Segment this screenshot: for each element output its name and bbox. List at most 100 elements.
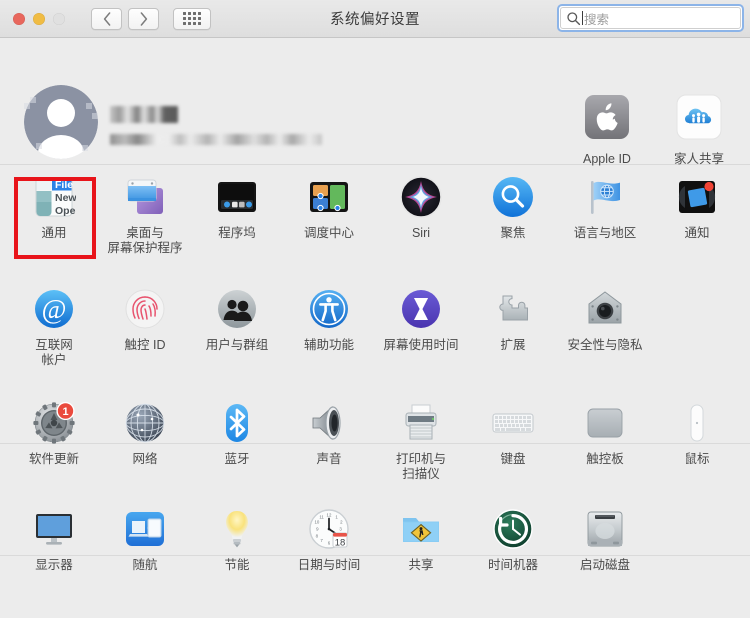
- pane-label: 屏幕使用时间: [383, 338, 459, 352]
- touch-id-icon: [123, 287, 167, 331]
- pane-label: 触控板: [586, 452, 624, 466]
- pane-label: 显示器: [35, 558, 73, 572]
- pane-label: 日期与时间: [297, 558, 361, 572]
- pane-startup-disk[interactable]: 启动磁盘: [561, 507, 649, 573]
- grid-row-1: File New Ope 通用 桌面与 屏幕保护程序 程序坞 调度中心 Siri…: [0, 165, 750, 277]
- pane-label: 时间机器: [487, 558, 538, 572]
- notifications-icon: [675, 175, 719, 219]
- pane-label: 通知: [684, 226, 710, 240]
- extensions-icon: [491, 287, 535, 331]
- pane-bluetooth[interactable]: 蓝牙: [193, 401, 281, 467]
- pane-label: 用户与群组: [205, 338, 269, 352]
- pane-energy-saver[interactable]: 节能: [193, 507, 281, 573]
- back-button[interactable]: [91, 7, 122, 30]
- pane-printers-scanners[interactable]: 打印机与 扫描仪: [377, 401, 465, 482]
- pane-label: 调度中心: [303, 226, 354, 240]
- pane-extensions[interactable]: 扩展: [469, 287, 557, 353]
- pane-label: 随航: [132, 558, 158, 572]
- security-privacy-icon: [583, 287, 627, 331]
- search-placeholder: 搜索: [584, 12, 610, 27]
- show-all-button[interactable]: [173, 7, 211, 30]
- pane-label: 互联网 帐户: [35, 338, 73, 367]
- pane-label: 桌面与 屏幕保护程序: [107, 226, 183, 255]
- pane-mission-control[interactable]: 调度中心: [285, 175, 373, 241]
- pane-label: 触控 ID: [124, 338, 166, 352]
- svg-text:10: 10: [314, 520, 319, 525]
- search-input[interactable]: 搜索: [560, 7, 741, 29]
- pane-label: 语言与地区: [573, 226, 637, 240]
- sound-icon: [307, 401, 351, 445]
- pane-label: 网络: [132, 452, 158, 466]
- close-button[interactable]: [13, 12, 25, 25]
- pane-label: 辅助功能: [303, 338, 354, 352]
- pane-label: 程序坞: [218, 226, 256, 240]
- pane-touch-id[interactable]: 触控 ID: [101, 287, 189, 353]
- pane-sound[interactable]: 声音: [285, 401, 373, 467]
- text-caret: [582, 11, 583, 25]
- pane-spotlight[interactable]: 聚焦: [469, 175, 557, 241]
- system-preferences-window: 系统偏好设置 搜索 Apple ID 家人共享 File New Ope 通用 …: [0, 0, 750, 618]
- general-icon: File New Ope: [32, 175, 77, 219]
- software-update-icon: 1: [32, 401, 76, 445]
- pane-software-update[interactable]: 1 软件更新: [10, 401, 98, 467]
- back-chevron-icon: [103, 11, 110, 26]
- pane-time-machine[interactable]: 时间机器: [469, 507, 557, 573]
- forward-button[interactable]: [128, 7, 159, 30]
- displays-icon: [32, 507, 76, 551]
- startup-disk-icon: [583, 507, 627, 551]
- navigation-buttons: [91, 7, 159, 30]
- search-icon: [567, 11, 581, 25]
- pane-sidecar[interactable]: 随航: [101, 507, 189, 573]
- family-sharing-tile[interactable]: 家人共享: [662, 94, 736, 166]
- zoom-button-disabled: [53, 12, 65, 25]
- pane-network[interactable]: 网络: [101, 401, 189, 467]
- pane-keyboard[interactable]: 键盘: [469, 401, 557, 467]
- pane-mouse[interactable]: 鼠标: [653, 401, 741, 467]
- pane-label: 软件更新: [28, 452, 79, 466]
- show-all-grid-icon: [183, 12, 201, 25]
- forward-chevron-icon: [140, 11, 147, 26]
- pane-label: Siri: [411, 226, 431, 240]
- bluetooth-icon: [215, 401, 259, 445]
- pane-label: 启动磁盘: [579, 558, 630, 572]
- account-email-redacted: [110, 134, 322, 145]
- pane-date-time[interactable]: 12 3 6 9 12 45 78 1011: [285, 507, 373, 573]
- apple-id-tile[interactable]: Apple ID: [570, 94, 644, 166]
- calendar-day: 18: [335, 537, 346, 548]
- language-region-icon: [583, 175, 627, 219]
- pane-label: 共享: [408, 558, 434, 572]
- search-container[interactable]: 搜索: [557, 4, 744, 32]
- energy-saver-icon: [215, 507, 259, 551]
- pane-siri[interactable]: Siri: [377, 175, 465, 241]
- date-time-icon: 12 3 6 9 12 45 78 1011: [307, 507, 351, 551]
- pane-label: 聚焦: [500, 226, 526, 240]
- users-groups-icon: [215, 287, 259, 331]
- pane-displays[interactable]: 显示器: [10, 507, 98, 573]
- grid-row-2: @ 互联网 帐户 触控 ID 用户与群组 辅助功能 屏幕使用时间 扩展 安全性与…: [0, 277, 750, 389]
- svg-text:Ope: Ope: [55, 205, 76, 217]
- pane-internet-accounts[interactable]: @ 互联网 帐户: [10, 287, 98, 368]
- pane-general[interactable]: File New Ope 通用: [10, 175, 98, 241]
- pane-label: 键盘: [500, 452, 526, 466]
- pane-trackpad[interactable]: 触控板: [561, 401, 649, 467]
- time-machine-icon: [491, 507, 535, 551]
- pane-language-region[interactable]: 语言与地区: [561, 175, 649, 241]
- mission-control-icon: [307, 175, 351, 219]
- pane-desktop-screensaver[interactable]: 桌面与 屏幕保护程序: [101, 175, 189, 256]
- pane-screen-time[interactable]: 屏幕使用时间: [377, 287, 465, 353]
- pane-dock[interactable]: 程序坞: [193, 175, 281, 241]
- avatar[interactable]: [22, 83, 100, 161]
- pane-users-groups[interactable]: 用户与群组: [193, 287, 281, 353]
- pane-accessibility[interactable]: 辅助功能: [285, 287, 373, 353]
- account-name-redacted: [110, 106, 178, 123]
- pane-sharing[interactable]: 共享: [377, 507, 465, 573]
- minimize-button[interactable]: [33, 12, 45, 25]
- pane-notifications[interactable]: 通知: [653, 175, 741, 241]
- grid-row-3: 1 软件更新 网络 蓝牙 声音 打印机与 扫描仪 键盘 触控板 鼠标: [0, 389, 750, 499]
- printers-scanners-icon: [399, 401, 443, 445]
- internet-accounts-icon: @: [32, 287, 76, 331]
- pane-label: 通用: [41, 226, 67, 240]
- network-icon: [123, 401, 167, 445]
- traffic-light-group: [13, 12, 65, 25]
- pane-security-privacy[interactable]: 安全性与隐私: [561, 287, 649, 353]
